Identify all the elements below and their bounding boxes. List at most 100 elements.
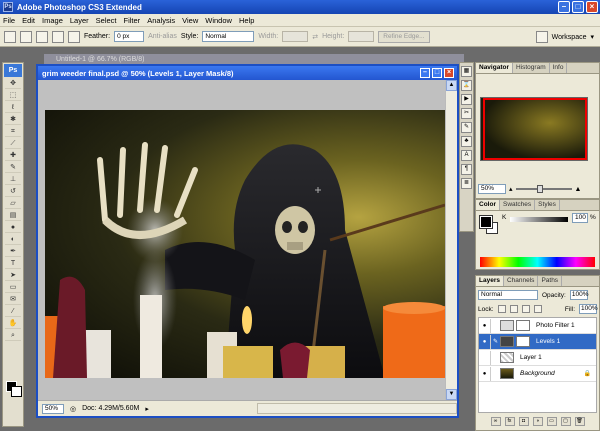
crop-tool-icon[interactable]: ⌗ bbox=[5, 126, 21, 137]
actions-dock-icon[interactable]: ▶ bbox=[461, 94, 472, 105]
visibility-eye-icon[interactable] bbox=[479, 350, 491, 365]
doc-close-button[interactable]: × bbox=[444, 68, 454, 78]
opacity-field[interactable]: 100% bbox=[569, 290, 588, 300]
tab-layers[interactable]: Layers bbox=[476, 276, 504, 286]
channel-slider[interactable] bbox=[510, 217, 568, 222]
menu-analysis[interactable]: Analysis bbox=[147, 16, 175, 25]
menu-filter[interactable]: Filter bbox=[124, 16, 141, 25]
layer-style-icon[interactable]: fx bbox=[504, 417, 515, 426]
chevron-down-icon[interactable]: ▾ bbox=[590, 33, 594, 41]
stamp-tool-icon[interactable]: ⊥ bbox=[5, 174, 21, 185]
tab-swatches[interactable]: Swatches bbox=[500, 200, 536, 210]
antialias-checkbox[interactable]: Anti-alias bbox=[148, 33, 177, 40]
subtract-selection-icon[interactable] bbox=[52, 30, 64, 43]
zoom-tool-icon[interactable]: ⌕ bbox=[5, 330, 21, 341]
color-ramp[interactable] bbox=[480, 257, 595, 267]
brushes-dock-icon[interactable]: ✎ bbox=[461, 122, 472, 133]
fill-field[interactable]: 100% bbox=[579, 304, 598, 314]
layer-comps-dock-icon[interactable]: ≣ bbox=[461, 178, 472, 189]
zoom-out-icon[interactable]: ▴ bbox=[509, 185, 513, 193]
clone-source-dock-icon[interactable]: ♣ bbox=[461, 136, 472, 147]
zoom-slider-handle[interactable] bbox=[537, 185, 544, 193]
menu-layer[interactable]: Layer bbox=[70, 16, 89, 25]
zoom-level-field[interactable]: 50% bbox=[42, 403, 64, 414]
intersect-selection-icon[interactable] bbox=[68, 30, 80, 43]
visibility-eye-icon[interactable]: ● bbox=[479, 334, 491, 349]
menu-file[interactable]: File bbox=[3, 16, 15, 25]
tab-info[interactable]: Info bbox=[550, 63, 568, 73]
vertical-scrollbar[interactable]: ▲ ▼ bbox=[445, 80, 457, 400]
doc-info-icon[interactable]: ◎ bbox=[70, 405, 76, 413]
refine-edge-button[interactable]: Refine Edge... bbox=[378, 30, 430, 43]
document-image[interactable] bbox=[45, 110, 447, 378]
layer-row[interactable]: ● Background 🔒 bbox=[479, 366, 596, 382]
navigator-zoom-slider[interactable] bbox=[515, 185, 572, 193]
brush-tool-icon[interactable]: ✎ bbox=[5, 162, 21, 173]
lasso-tool-icon[interactable]: ℓ bbox=[5, 102, 21, 113]
tab-navigator[interactable]: Navigator bbox=[476, 63, 513, 73]
tab-paths[interactable]: Paths bbox=[538, 276, 563, 286]
menu-image[interactable]: Image bbox=[42, 16, 63, 25]
move-tool-icon[interactable]: ✥ bbox=[5, 78, 21, 89]
add-mask-icon[interactable]: ◘ bbox=[518, 417, 529, 426]
slice-tool-icon[interactable]: ⟋ bbox=[5, 138, 21, 149]
new-layer-icon[interactable]: ▢ bbox=[560, 417, 571, 426]
tool-presets-dock-icon[interactable]: ✂ bbox=[461, 108, 472, 119]
panel-foreground-swatch[interactable] bbox=[479, 215, 493, 229]
doc-minimize-button[interactable]: – bbox=[420, 68, 430, 78]
tab-histogram[interactable]: Histogram bbox=[513, 63, 550, 73]
visibility-eye-icon[interactable]: ● bbox=[479, 318, 491, 333]
magic-wand-tool-icon[interactable]: ✱ bbox=[5, 114, 21, 125]
lock-position-icon[interactable] bbox=[521, 305, 530, 313]
menu-help[interactable]: Help bbox=[239, 16, 254, 25]
healing-tool-icon[interactable]: ✚ bbox=[5, 150, 21, 161]
pen-tool-icon[interactable]: ✒ bbox=[5, 246, 21, 257]
height-input[interactable] bbox=[348, 31, 375, 42]
maximize-button[interactable]: □ bbox=[572, 1, 584, 13]
canvas-area[interactable] bbox=[38, 80, 447, 400]
workspace-menu[interactable]: Workspace bbox=[552, 34, 587, 41]
navigator-dock-icon[interactable]: ▦ bbox=[461, 66, 472, 77]
link-layers-icon[interactable]: ∞ bbox=[490, 417, 501, 426]
new-selection-icon[interactable] bbox=[20, 30, 32, 43]
feather-input[interactable]: 0 px bbox=[114, 31, 145, 42]
scroll-up-arrow-icon[interactable]: ▲ bbox=[446, 80, 457, 91]
lock-pixels-icon[interactable] bbox=[509, 305, 518, 313]
path-select-tool-icon[interactable]: ➤ bbox=[5, 270, 21, 281]
menu-edit[interactable]: Edit bbox=[22, 16, 35, 25]
zoom-in-icon[interactable]: ▲ bbox=[575, 186, 582, 193]
layer-mask-thumbnail[interactable] bbox=[516, 320, 530, 331]
new-group-icon[interactable]: ▭ bbox=[546, 417, 557, 426]
navigator-view-box[interactable] bbox=[483, 98, 587, 160]
eraser-tool-icon[interactable]: ▱ bbox=[5, 198, 21, 209]
blend-mode-select[interactable]: Normal bbox=[478, 290, 538, 300]
dodge-tool-icon[interactable]: ◐ bbox=[5, 234, 21, 245]
lock-all-icon[interactable] bbox=[533, 305, 542, 313]
swap-icon[interactable]: ⇄ bbox=[312, 33, 318, 41]
visibility-eye-icon[interactable]: ● bbox=[479, 366, 491, 381]
notes-tool-icon[interactable]: ✉ bbox=[5, 294, 21, 305]
tab-styles[interactable]: Styles bbox=[535, 200, 560, 210]
blur-tool-icon[interactable]: ● bbox=[5, 222, 21, 233]
navigator-zoom-field[interactable]: 50% bbox=[478, 184, 506, 194]
history-dock-icon[interactable]: ⌛ bbox=[461, 80, 472, 91]
minimize-button[interactable]: – bbox=[558, 1, 570, 13]
scroll-down-arrow-icon[interactable]: ▼ bbox=[446, 389, 457, 400]
doc-maximize-button[interactable]: □ bbox=[432, 68, 442, 78]
layer-row[interactable]: Layer 1 bbox=[479, 350, 596, 366]
width-input[interactable] bbox=[282, 31, 309, 42]
history-brush-icon[interactable]: ↺ bbox=[5, 186, 21, 197]
layer-row[interactable]: ● Photo Filter 1 bbox=[479, 318, 596, 334]
channel-value-field[interactable]: 100 bbox=[572, 213, 588, 223]
gradient-tool-icon[interactable]: ▤ bbox=[5, 210, 21, 221]
tab-color[interactable]: Color bbox=[476, 200, 500, 210]
bridge-icon[interactable] bbox=[535, 31, 548, 43]
hand-tool-icon[interactable]: ✋ bbox=[5, 318, 21, 329]
background-color-swatch[interactable] bbox=[11, 386, 22, 397]
document-titlebar[interactable]: grim weeder final.psd @ 50% (Levels 1, L… bbox=[38, 66, 457, 80]
style-select[interactable]: Normal bbox=[202, 31, 255, 42]
menu-window[interactable]: Window bbox=[205, 16, 232, 25]
type-tool-icon[interactable]: T bbox=[5, 258, 21, 269]
marquee-tool-icon[interactable]: ⬚ bbox=[5, 90, 21, 101]
tab-channels[interactable]: Channels bbox=[504, 276, 539, 286]
